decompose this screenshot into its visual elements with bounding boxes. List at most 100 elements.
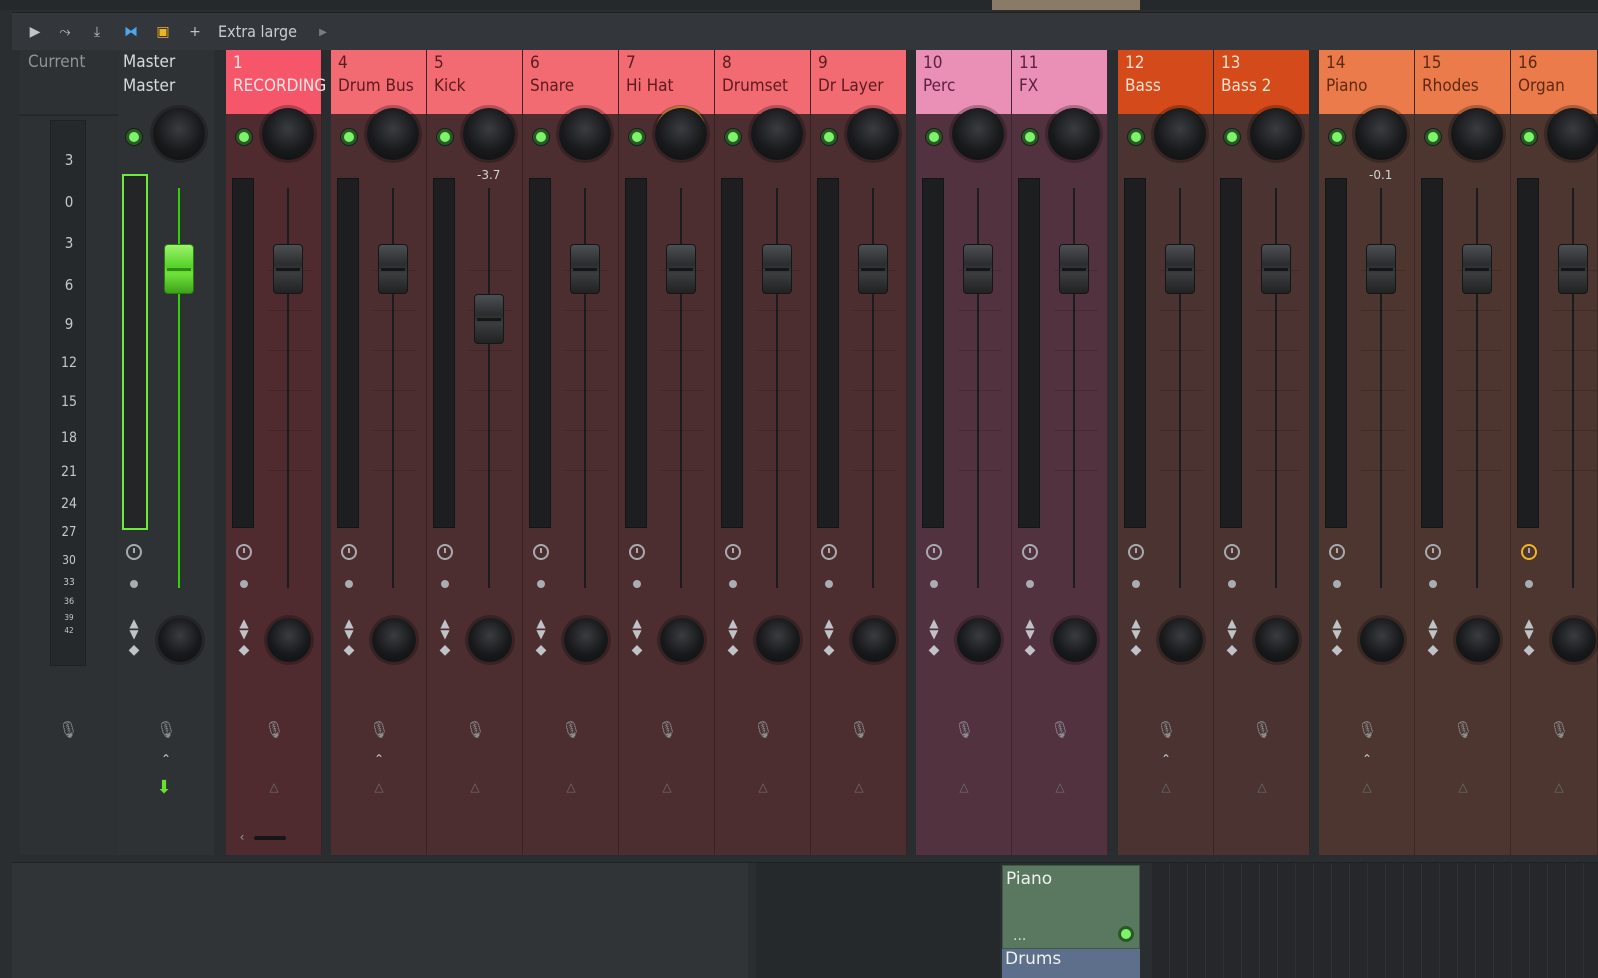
route-triangle-icon[interactable]: △ bbox=[1156, 780, 1176, 794]
mic-icon[interactable]: 🎙 bbox=[561, 720, 581, 739]
enable-led[interactable] bbox=[1521, 129, 1537, 145]
volume-fader[interactable] bbox=[762, 244, 792, 294]
volume-fader[interactable] bbox=[474, 294, 504, 344]
enable-led[interactable] bbox=[1022, 129, 1038, 145]
chevron-right-icon[interactable]: ▶ bbox=[312, 21, 334, 43]
stereo-arrows-icon[interactable]: ▲ ▼ bbox=[234, 617, 254, 640]
enable-led[interactable] bbox=[236, 129, 252, 145]
dot-icon[interactable] bbox=[240, 580, 248, 588]
insert-strip[interactable]: 11 FX ▲ ▼ ◆ 🎙 △ bbox=[1012, 50, 1108, 855]
pan-knob[interactable] bbox=[1048, 108, 1100, 160]
stereo-arrows-icon[interactable]: ▲ ▼ bbox=[1327, 617, 1347, 640]
enable-led[interactable] bbox=[1224, 129, 1240, 145]
pan-knob[interactable] bbox=[1547, 108, 1598, 160]
swap-icon[interactable]: ◆ bbox=[1327, 642, 1347, 658]
route-triangle-icon[interactable]: △ bbox=[561, 780, 581, 794]
swap-icon[interactable]: ◆ bbox=[723, 642, 743, 658]
stereo-arrows-icon[interactable]: ▲ ▼ bbox=[531, 617, 551, 640]
enable-led[interactable] bbox=[926, 129, 942, 145]
mic-icon[interactable]: 🎙 bbox=[1252, 720, 1272, 739]
volume-fader[interactable] bbox=[273, 244, 303, 294]
stereo-knob[interactable] bbox=[564, 618, 608, 662]
clock-icon[interactable] bbox=[1425, 544, 1441, 560]
stereo-knob[interactable] bbox=[1360, 618, 1404, 662]
master-enable-led[interactable] bbox=[126, 129, 142, 145]
stereo-arrows-icon[interactable]: ▲ ▼ bbox=[1020, 617, 1040, 640]
clock-icon[interactable] bbox=[236, 544, 252, 560]
master-pan-knob[interactable] bbox=[153, 108, 205, 160]
insert-strip[interactable]: 4 Drum Bus ▲ ▼ ◆ 🎙 ⌃ △ bbox=[331, 50, 427, 855]
dot-icon[interactable] bbox=[1026, 580, 1034, 588]
volume-fader[interactable] bbox=[963, 244, 993, 294]
dot-icon[interactable] bbox=[729, 580, 737, 588]
enable-led[interactable] bbox=[725, 129, 741, 145]
download-icon[interactable]: ⤓ bbox=[86, 21, 108, 43]
pan-knob[interactable] bbox=[847, 108, 899, 160]
strip-header[interactable]: 5 Kick bbox=[427, 50, 522, 114]
strip-header[interactable]: 1 RECORDING bbox=[226, 50, 326, 114]
stereo-arrows-icon[interactable]: ▲ ▼ bbox=[1222, 617, 1242, 640]
strip-header[interactable]: 12 Bass bbox=[1118, 50, 1213, 114]
clock-icon[interactable] bbox=[629, 544, 645, 560]
route-triangle-icon[interactable]: △ bbox=[1453, 780, 1473, 794]
arrow-down-icon[interactable]: ⬇ bbox=[154, 777, 174, 798]
mic-icon[interactable]: 🎙 bbox=[264, 720, 284, 739]
volume-fader[interactable] bbox=[858, 244, 888, 294]
enable-led[interactable] bbox=[821, 129, 837, 145]
pan-knob[interactable] bbox=[262, 108, 314, 160]
insert-strip[interactable]: 7 Hi Hat ▲ ▼ ◆ 🎙 △ bbox=[619, 50, 715, 855]
volume-fader[interactable] bbox=[1366, 244, 1396, 294]
pan-knob[interactable] bbox=[1250, 108, 1302, 160]
insert-strip[interactable]: 1 RECORDING ▲ ▼ ◆ 🎙 △ ‹ bbox=[226, 50, 326, 855]
enable-led[interactable] bbox=[533, 129, 549, 145]
strip-header[interactable]: 13 Bass 2 bbox=[1214, 50, 1309, 114]
route-triangle-icon[interactable]: △ bbox=[1252, 780, 1272, 794]
volume-fader[interactable] bbox=[666, 244, 696, 294]
route-triangle-icon[interactable]: △ bbox=[657, 780, 677, 794]
mic-icon[interactable]: 🎙 bbox=[58, 720, 78, 739]
mic-icon[interactable]: 🎙 bbox=[465, 720, 485, 739]
pan-knob[interactable] bbox=[952, 108, 1004, 160]
swap-icon[interactable]: ◆ bbox=[1423, 642, 1443, 658]
mic-icon[interactable]: 🎙 bbox=[1357, 720, 1377, 739]
clock-icon[interactable] bbox=[533, 544, 549, 560]
clock-icon[interactable] bbox=[437, 544, 453, 560]
insert-strip[interactable]: 16 Organ ▲ ▼ ◆ 🎙 △ bbox=[1511, 50, 1598, 855]
stereo-arrows-icon[interactable]: ▲ ▼ bbox=[1126, 617, 1146, 640]
caret-up-icon[interactable]: ⌃ bbox=[156, 752, 176, 766]
insert-strip[interactable]: 12 Bass ▲ ▼ ◆ 🎙 ⌃ △ bbox=[1118, 50, 1214, 855]
mic-icon[interactable]: 🎙 bbox=[954, 720, 974, 739]
strip-header[interactable]: 15 Rhodes bbox=[1415, 50, 1510, 114]
route-triangle-icon[interactable]: △ bbox=[369, 780, 389, 794]
volume-fader[interactable] bbox=[1462, 244, 1492, 294]
clock-icon[interactable] bbox=[725, 544, 741, 560]
enable-led[interactable] bbox=[1128, 129, 1144, 145]
insert-strip[interactable]: 15 Rhodes ▲ ▼ ◆ 🎙 △ bbox=[1415, 50, 1511, 855]
mic-icon[interactable]: 🎙 bbox=[1549, 720, 1569, 739]
strip-header[interactable]: 4 Drum Bus bbox=[331, 50, 426, 114]
stereo-knob[interactable] bbox=[1053, 618, 1097, 662]
dot-icon[interactable] bbox=[345, 580, 353, 588]
dot-icon[interactable] bbox=[825, 580, 833, 588]
dot-icon[interactable] bbox=[537, 580, 545, 588]
route-triangle-icon[interactable]: △ bbox=[1357, 780, 1377, 794]
stereo-arrows-icon[interactable]: ▲ ▼ bbox=[819, 617, 839, 640]
clock-icon[interactable] bbox=[1329, 544, 1345, 560]
clock-icon[interactable] bbox=[926, 544, 942, 560]
insert-strip[interactable]: 13 Bass 2 ▲ ▼ ◆ 🎙 △ bbox=[1214, 50, 1310, 855]
enable-led[interactable] bbox=[1425, 129, 1441, 145]
caret-up-icon[interactable]: ⌃ bbox=[1156, 752, 1176, 766]
insert-strip[interactable]: 10 Perc ▲ ▼ ◆ 🎙 △ bbox=[916, 50, 1012, 855]
pan-knob[interactable] bbox=[1355, 108, 1407, 160]
swap-icon[interactable]: ◆ bbox=[1222, 642, 1242, 658]
dot-icon[interactable] bbox=[1132, 580, 1140, 588]
strip-header[interactable]: 6 Snare bbox=[523, 50, 618, 114]
master-strip[interactable]: Master Master ▲ ▼ ◆ 🎙 ⌃ ⬇ bbox=[118, 50, 214, 855]
pan-knob[interactable] bbox=[1451, 108, 1503, 160]
pan-knob[interactable] bbox=[751, 108, 803, 160]
stereo-arrows-icon[interactable]: ▲ ▼ bbox=[627, 617, 647, 640]
stereo-knob[interactable] bbox=[957, 618, 1001, 662]
volume-fader[interactable] bbox=[1059, 244, 1089, 294]
enable-led[interactable] bbox=[341, 129, 357, 145]
route-triangle-icon[interactable]: △ bbox=[1549, 780, 1569, 794]
